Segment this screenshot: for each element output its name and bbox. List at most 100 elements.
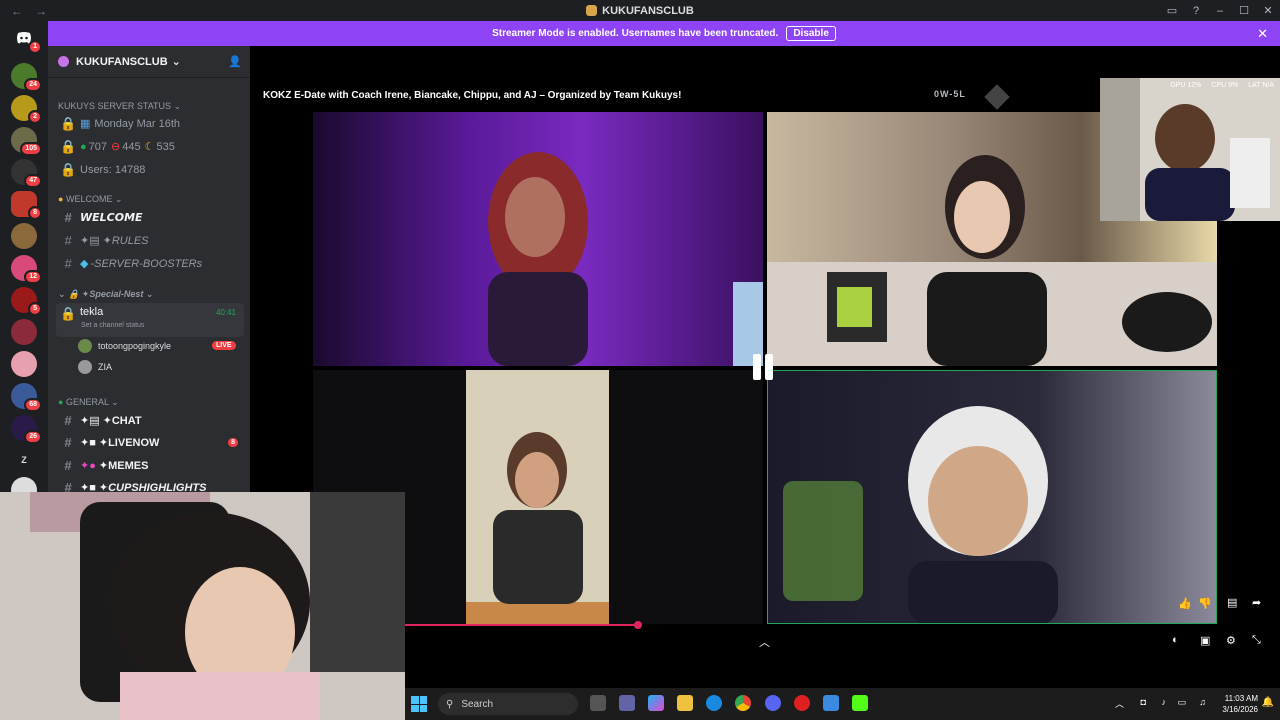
channel-welcome[interactable]: # 𝙒𝙀𝙇𝘾𝙊𝙈𝙀 — [56, 207, 244, 228]
search-input[interactable]: ⚲ Search — [438, 693, 578, 715]
voice-channel-tekla[interactable]: 🔒 tekla Set a channel status 40:41 — [56, 303, 244, 337]
pause-icon[interactable] — [753, 354, 775, 380]
guild-icon — [58, 56, 69, 67]
channel-date[interactable]: 🔒 ▦ Monday Mar 16th — [56, 113, 244, 134]
guild-header[interactable]: KUKUFANSCLUB ⌄ 👤 — [48, 46, 250, 78]
fullscreen-exit-icon[interactable]: ⤡ — [1252, 634, 1261, 647]
volume-icon[interactable]: ♫ — [1199, 697, 1206, 707]
close-window-button[interactable]: ✕ — [1256, 4, 1280, 17]
category-special-nest[interactable]: ⌄ 🔒 ✦Special-Nest ⌄ — [48, 286, 153, 302]
server-icon[interactable]: 26 — [11, 415, 42, 444]
edge-icon[interactable] — [706, 695, 722, 711]
channel-label: ✦LIVENOW — [98, 437, 160, 449]
network-icon[interactable]: ▭ — [1177, 697, 1186, 708]
server-icon[interactable]: 68 — [11, 383, 42, 412]
banner-close-icon[interactable]: ✕ — [1257, 26, 1268, 42]
chrome-icon[interactable] — [735, 695, 751, 711]
inbox-icon[interactable]: ▭ — [1160, 4, 1184, 17]
share-icon[interactable]: ➦ — [1252, 596, 1261, 609]
taskbar: ⚲ Search ︿ ◘ ♪ ▭ ♫ 11:03 AM 3/16/2026 🔔 — [405, 688, 1280, 720]
file-icon[interactable] — [590, 695, 606, 711]
clock-time: 11:03 AM — [1224, 694, 1258, 703]
video-tile: 👍 👎 — [767, 370, 1217, 624]
server-icon[interactable] — [11, 351, 37, 377]
server-icon[interactable]: 8 — [11, 191, 42, 220]
chevron-down-icon: ⌄ — [171, 56, 181, 68]
category-welcome[interactable]: ● WELCOME ⌄ — [48, 191, 123, 207]
category-label: KUKUYS SERVER STATUS — [58, 101, 172, 111]
server-icon[interactable]: 2 — [11, 95, 42, 124]
channel-livenow[interactable]: # ✦■ ✦LIVENOW 8 — [56, 432, 244, 453]
discord-home-icon[interactable]: 1 — [11, 25, 42, 54]
chevron-up-icon[interactable]: ︿ — [1115, 697, 1124, 710]
category-server-status[interactable]: KUKUYS SERVER STATUS ⌄ — [48, 98, 181, 114]
teams-icon[interactable] — [619, 695, 635, 711]
minimize-button[interactable]: – — [1208, 5, 1232, 17]
server-icon[interactable] — [11, 319, 37, 345]
server-badge: 12 — [24, 270, 42, 284]
gear-icon[interactable]: ⚙ — [1226, 634, 1236, 647]
app-icon[interactable] — [823, 695, 839, 711]
idle-count: 535 — [156, 140, 175, 153]
copilot-icon[interactable] — [648, 695, 664, 711]
server-icon[interactable]: 47 — [11, 159, 42, 188]
hash-icon: # — [64, 256, 72, 271]
server-icon[interactable]: 105 — [11, 127, 42, 156]
channel-label: -SERVER-BOOSTERs — [90, 257, 203, 270]
help-icon[interactable]: ? — [1184, 5, 1208, 17]
progress-handle[interactable] — [634, 621, 642, 629]
search-label: Search — [461, 698, 494, 710]
channel-memes[interactable]: # ✦● ✦MEMES — [56, 455, 244, 476]
category-general[interactable]: ● GENERAL ⌄ — [48, 394, 119, 410]
search-icon: ⚲ — [446, 698, 454, 710]
server-icon[interactable]: 24 — [11, 63, 42, 92]
channel-status[interactable]: Set a channel status — [81, 322, 144, 329]
add-user-icon[interactable]: 👤 — [228, 55, 242, 68]
voice-user[interactable]: ZIA — [78, 357, 112, 377]
calendar-icon: ▦ — [80, 118, 91, 130]
channel-member-counts[interactable]: 🔒 ● 707 ⊖ 445 ☾ 535 — [56, 136, 244, 157]
mic-icon[interactable]: ♪ — [1162, 697, 1167, 707]
voice-user[interactable]: totoongpogingkyle — [78, 336, 171, 356]
channel-users[interactable]: 🔒 Users: 14788 — [56, 159, 244, 180]
tray-icon[interactable]: ◘ — [1141, 697, 1146, 707]
start-icon[interactable] — [411, 696, 427, 712]
dnd-icon: ⊖ — [111, 141, 121, 153]
notification-icon[interactable]: 🔔 — [1262, 697, 1274, 708]
thumbs-down-icon[interactable]: 👎 — [1198, 597, 1212, 610]
lock-icon: 🔒 — [68, 289, 80, 299]
server-icon[interactable] — [11, 223, 37, 249]
maximize-button[interactable]: ☐ — [1232, 4, 1256, 17]
kick-icon[interactable] — [852, 695, 868, 711]
category-label: GENERAL — [65, 397, 109, 407]
clock[interactable]: 11:03 AM 3/16/2026 — [1222, 693, 1258, 715]
server-icon[interactable]: 5 — [11, 287, 42, 316]
progress-bar[interactable] — [405, 624, 640, 626]
channel-rules[interactable]: # ✦▤ ✦RULES — [56, 230, 244, 251]
discord-icon[interactable] — [765, 695, 781, 711]
streamer-mode-banner: Streamer Mode is enabled. Usernames have… — [48, 21, 1280, 46]
server-icon[interactable]: Z — [11, 447, 37, 473]
disable-button[interactable]: Disable — [786, 26, 836, 41]
person-silhouette — [1100, 78, 1280, 221]
person-silhouette — [0, 492, 405, 720]
app-icon[interactable] — [794, 695, 810, 711]
banner-text: Streamer Mode is enabled. Usernames have… — [492, 28, 779, 39]
server-icon[interactable]: 12 — [11, 255, 42, 284]
thumbs-up-icon[interactable]: 👍 — [1178, 597, 1192, 610]
channel-chat[interactable]: # ✦▤ ✦CHAT — [56, 410, 244, 431]
hash-icon: # — [64, 210, 72, 225]
gem-icon: ◆ — [80, 258, 89, 270]
toggle-icon[interactable]: ◐ — [1172, 634, 1179, 646]
channel-cupshighlights[interactable]: # ✦■ ✦CUPSHIGHLIGHTS — [56, 477, 244, 492]
chat-icon[interactable]: ▤ — [1227, 596, 1237, 609]
hash-icon: # — [64, 233, 72, 248]
channel-server-boosters[interactable]: # ◆ -SERVER-BOOSTERs — [56, 253, 244, 274]
forward-icon[interactable]: → — [34, 4, 48, 18]
lock-icon: 🔒 — [60, 138, 77, 154]
back-icon[interactable]: ← — [10, 4, 24, 18]
captions-icon[interactable]: ▣ — [1200, 634, 1210, 647]
online-count: 707 — [88, 140, 108, 153]
chevron-up-icon[interactable]: ︿ — [759, 634, 770, 650]
folder-icon[interactable] — [677, 695, 693, 711]
